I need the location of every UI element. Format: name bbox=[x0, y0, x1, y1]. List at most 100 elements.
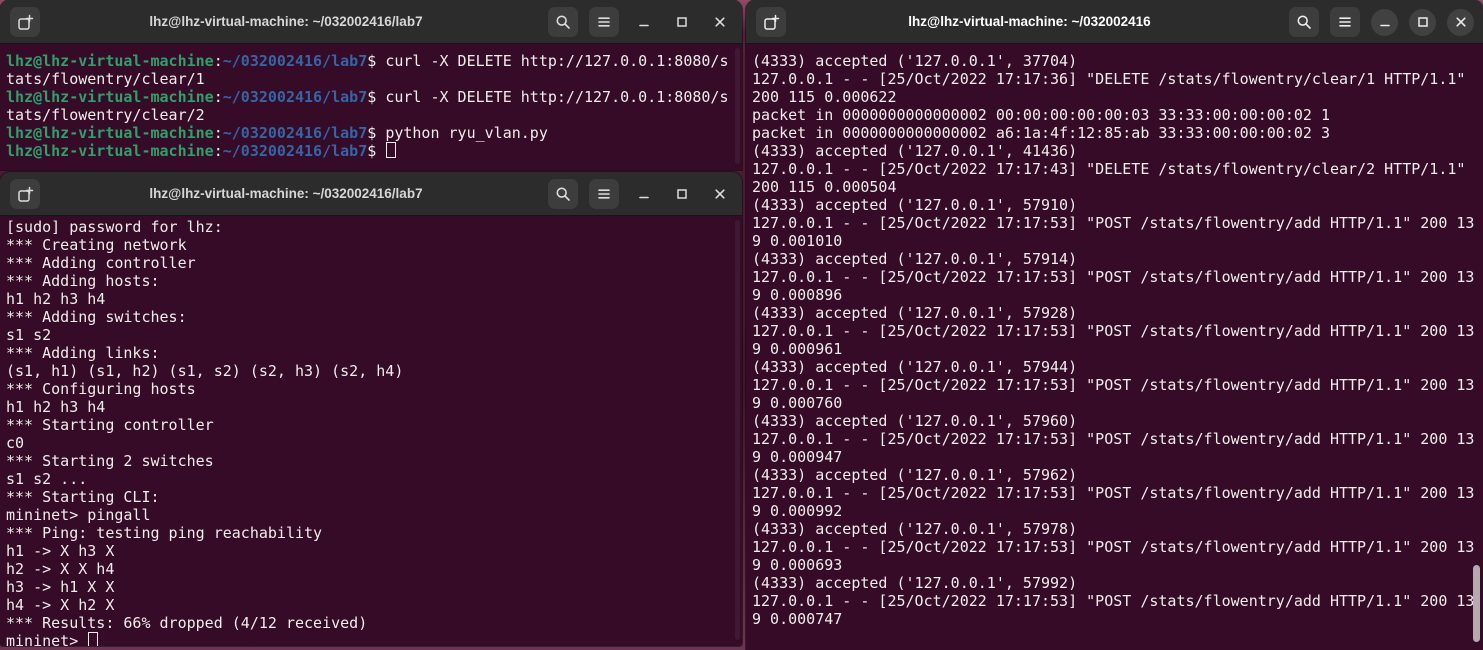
titlebar[interactable]: lhz@lhz-virtual-machine: ~/032002416 bbox=[746, 0, 1483, 44]
terminal-line: (4333) accepted ('127.0.0.1', 37704) bbox=[752, 52, 1078, 70]
terminal-line: *** Starting controller bbox=[6, 416, 214, 434]
minimize-icon bbox=[1379, 24, 1390, 27]
maximize-icon bbox=[1417, 17, 1428, 27]
search-icon bbox=[556, 15, 570, 29]
terminal-line: *** Adding hosts: bbox=[6, 272, 160, 290]
minimize-button[interactable] bbox=[1371, 8, 1398, 36]
close-button[interactable] bbox=[1447, 8, 1474, 36]
menu-button[interactable] bbox=[589, 7, 619, 37]
terminal-line: h2 -> X X h4 bbox=[6, 560, 124, 578]
terminal-cursor bbox=[88, 632, 99, 646]
terminal-line: h3 -> h1 X X bbox=[6, 578, 124, 596]
scrollbar-thumb[interactable] bbox=[1473, 565, 1480, 642]
hamburger-menu-icon bbox=[1339, 17, 1351, 27]
terminal-line: h1 -> X h3 X bbox=[6, 542, 124, 560]
maximize-icon bbox=[676, 17, 687, 27]
terminal-line: packet in 0000000000000002 a6:1a:4f:12:8… bbox=[752, 124, 1330, 142]
terminal-line: 127.0.0.1 - - [25/Oct/2022 17:17:53] "PO… bbox=[752, 538, 1475, 556]
terminal-line: *** Starting 2 switches bbox=[6, 452, 214, 470]
new-tab-icon bbox=[763, 14, 779, 30]
terminal-line: 127.0.0.1 - - [25/Oct/2022 17:17:53] "PO… bbox=[752, 430, 1475, 448]
terminal-line: s1 s2 ... bbox=[6, 470, 88, 488]
terminal-line: h1 h2 h3 h4 bbox=[6, 398, 106, 416]
terminal-line: *** Configuring hosts bbox=[6, 380, 196, 398]
terminal-line: 200 115 0.000622 bbox=[752, 88, 897, 106]
terminal-line: tats/flowentry/clear/1 bbox=[6, 70, 205, 88]
new-tab-button[interactable] bbox=[10, 7, 40, 37]
new-tab-button[interactable] bbox=[10, 179, 40, 209]
terminal-output-right[interactable]: (4333) accepted ('127.0.0.1', 37704) 127.… bbox=[746, 44, 1483, 650]
terminal-line: 9 0.000961 bbox=[752, 340, 843, 358]
window-title: lhz@lhz-virtual-machine: ~/032002416 bbox=[908, 14, 1151, 29]
terminal-line: 127.0.0.1 - - [25/Oct/2022 17:17:43] "DE… bbox=[752, 160, 1466, 178]
terminal-line: *** Adding switches: bbox=[6, 308, 187, 326]
window-title: lhz@lhz-virtual-machine: ~/032002416/lab… bbox=[149, 14, 423, 29]
close-icon bbox=[714, 189, 725, 199]
close-button[interactable] bbox=[706, 9, 733, 36]
window-title: lhz@lhz-virtual-machine: ~/032002416/lab… bbox=[149, 186, 423, 201]
maximize-button[interactable] bbox=[1409, 8, 1436, 36]
maximize-button[interactable] bbox=[668, 181, 695, 208]
minimize-button[interactable] bbox=[630, 9, 657, 36]
terminal-window-bottom-left: lhz@lhz-virtual-machine: ~/032002416/lab… bbox=[0, 172, 742, 646]
search-button[interactable] bbox=[548, 7, 578, 37]
menu-button[interactable] bbox=[589, 179, 619, 209]
terminal-line: *** Starting CLI: bbox=[6, 488, 160, 506]
terminal-line: mininet> bbox=[6, 632, 742, 646]
terminal-line: (4333) accepted ('127.0.0.1', 57944) bbox=[752, 358, 1078, 376]
terminal-line: 9 0.000693 bbox=[752, 556, 843, 574]
terminal-line: (4333) accepted ('127.0.0.1', 57978) bbox=[752, 520, 1078, 538]
terminal-line: [sudo] password for lhz: bbox=[6, 218, 232, 236]
terminal-line: 9 0.001010 bbox=[752, 232, 843, 250]
terminal-line: lhz@lhz-virtual-machine:~/032002416/lab7… bbox=[6, 52, 729, 70]
minimize-button[interactable] bbox=[630, 181, 657, 208]
terminal-output-bottom-left[interactable]: [sudo] password for lhz: *** Creating ne… bbox=[0, 216, 742, 646]
terminal-line: 9 0.000896 bbox=[752, 286, 843, 304]
titlebar[interactable]: lhz@lhz-virtual-machine: ~/032002416/lab… bbox=[0, 172, 742, 216]
terminal-line: 9 0.000947 bbox=[752, 448, 843, 466]
terminal-line: *** Results: 66% dropped (4/12 received) bbox=[6, 614, 368, 632]
terminal-line: (4333) accepted ('127.0.0.1', 57928) bbox=[752, 304, 1078, 322]
terminal-window-right: lhz@lhz-virtual-machine: ~/032002416 (43… bbox=[746, 0, 1483, 650]
terminal-line: 9 0.000992 bbox=[752, 502, 843, 520]
terminal-line: *** Ping: testing ping reachability bbox=[6, 524, 323, 542]
menu-button[interactable] bbox=[1330, 7, 1360, 37]
terminal-line: 200 115 0.000504 bbox=[752, 178, 897, 196]
close-icon bbox=[1455, 17, 1466, 27]
terminal-line: tats/flowentry/clear/2 bbox=[6, 106, 205, 124]
search-button[interactable] bbox=[548, 179, 578, 209]
terminal-line: (4333) accepted ('127.0.0.1', 57992) bbox=[752, 574, 1078, 592]
terminal-line: (4333) accepted ('127.0.0.1', 57960) bbox=[752, 412, 1078, 430]
terminal-line: h4 -> X h2 X bbox=[6, 596, 124, 614]
terminal-line: 9 0.000760 bbox=[752, 394, 843, 412]
terminal-line: 127.0.0.1 - - [25/Oct/2022 17:17:53] "PO… bbox=[752, 268, 1475, 286]
new-tab-button[interactable] bbox=[756, 7, 786, 37]
terminal-window-top-left: lhz@lhz-virtual-machine: ~/032002416/lab… bbox=[0, 0, 742, 170]
close-button[interactable] bbox=[706, 181, 733, 208]
terminal-line: (4333) accepted ('127.0.0.1', 57910) bbox=[752, 196, 1078, 214]
scrollbar-trough[interactable] bbox=[735, 48, 740, 164]
minimize-icon bbox=[638, 196, 649, 199]
scrollbar-trough[interactable] bbox=[735, 220, 740, 640]
terminal-line: h1 h2 h3 h4 bbox=[6, 290, 106, 308]
terminal-cursor bbox=[386, 142, 397, 158]
terminal-line: *** Creating network bbox=[6, 236, 187, 254]
titlebar[interactable]: lhz@lhz-virtual-machine: ~/032002416/lab… bbox=[0, 0, 742, 44]
search-button[interactable] bbox=[1289, 7, 1319, 37]
terminal-line: lhz@lhz-virtual-machine:~/032002416/lab7… bbox=[6, 124, 548, 142]
terminal-line: packet in 0000000000000002 00:00:00:00:0… bbox=[752, 106, 1330, 124]
minimize-icon bbox=[638, 24, 649, 27]
search-icon bbox=[1297, 15, 1311, 29]
terminal-line: c0 bbox=[6, 434, 25, 452]
terminal-line: *** Adding links: bbox=[6, 344, 160, 362]
new-tab-icon bbox=[17, 14, 33, 30]
terminal-line: 127.0.0.1 - - [25/Oct/2022 17:17:53] "PO… bbox=[752, 484, 1475, 502]
terminal-line: s1 s2 bbox=[6, 326, 52, 344]
terminal-line: (4333) accepted ('127.0.0.1', 57962) bbox=[752, 466, 1078, 484]
maximize-button[interactable] bbox=[668, 9, 695, 36]
hamburger-menu-icon bbox=[598, 189, 610, 199]
terminal-output-top-left[interactable]: lhz@lhz-virtual-machine:~/032002416/lab7… bbox=[0, 44, 742, 170]
terminal-line: 127.0.0.1 - - [25/Oct/2022 17:17:53] "PO… bbox=[752, 376, 1475, 394]
search-icon bbox=[556, 187, 570, 201]
terminal-line: *** Adding controller bbox=[6, 254, 196, 272]
